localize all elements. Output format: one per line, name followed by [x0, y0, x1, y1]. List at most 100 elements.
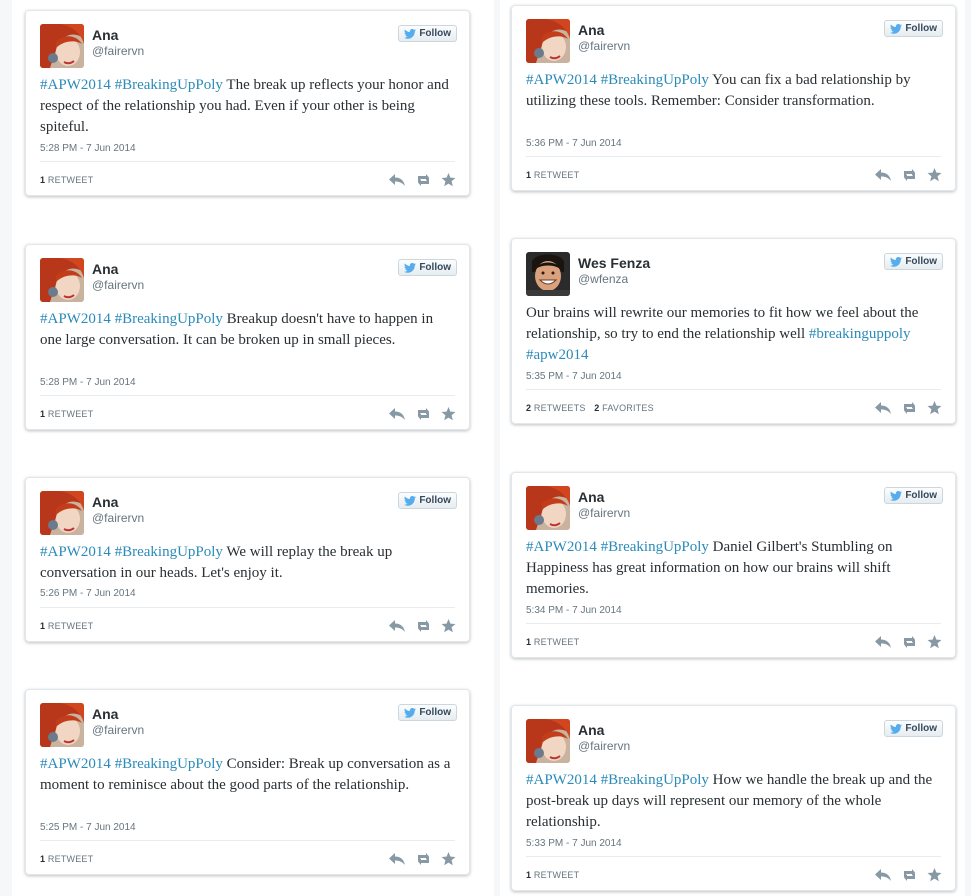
retweet-label[interactable]: RETWEET	[45, 175, 93, 185]
tweet-timestamp[interactable]: 5:35 PM - 7 Jun 2014	[526, 371, 622, 382]
reply-icon[interactable]	[389, 173, 405, 187]
favorite-star-icon[interactable]	[927, 168, 943, 182]
avatar[interactable]	[526, 486, 570, 530]
tweet-card[interactable]: Ana @fairervn Follow #APW2014 #BreakingUpPo…	[25, 10, 470, 196]
avatar[interactable]	[40, 491, 84, 535]
hashtag-link[interactable]: #APW2014	[526, 539, 597, 555]
divider	[526, 623, 941, 624]
reply-icon[interactable]	[875, 868, 891, 882]
favorite-star-icon[interactable]	[441, 852, 457, 866]
retweet-icon[interactable]	[901, 635, 917, 649]
retweet-label[interactable]: RETWEET	[531, 170, 579, 180]
reply-icon[interactable]	[389, 407, 405, 421]
reply-icon[interactable]	[389, 619, 405, 633]
author-name[interactable]: Ana	[578, 489, 604, 505]
retweet-icon[interactable]	[415, 852, 431, 866]
avatar[interactable]	[40, 703, 84, 747]
follow-button[interactable]: Follow	[398, 492, 457, 509]
tweet-timestamp[interactable]: 5:33 PM - 7 Jun 2014	[526, 838, 622, 849]
hashtag-link[interactable]: #APW2014	[40, 77, 111, 93]
hashtag-link[interactable]: #BreakingUpPoly	[115, 77, 223, 93]
favorite-star-icon[interactable]	[927, 401, 943, 415]
hashtag-link[interactable]: #APW2014	[40, 756, 111, 772]
retweet-icon[interactable]	[901, 868, 917, 882]
retweet-label[interactable]: RETWEET	[531, 870, 579, 880]
retweet-icon[interactable]	[901, 168, 917, 182]
author-name[interactable]: Ana	[578, 722, 604, 738]
tweet-card[interactable]: Ana @fairervn Follow #APW2014 #BreakingUpPo…	[25, 244, 470, 430]
retweet-label[interactable]: RETWEET	[45, 854, 93, 864]
hashtag-link[interactable]: #BreakingUpPoly	[115, 311, 223, 327]
author-name[interactable]: Ana	[92, 261, 118, 277]
retweet-icon[interactable]	[901, 401, 917, 415]
favorite-star-icon[interactable]	[441, 173, 457, 187]
hashtag-link[interactable]: #BreakingUpPoly	[601, 539, 709, 555]
follow-button[interactable]: Follow	[884, 20, 943, 37]
tweet-card[interactable]: Ana @fairervn Follow #APW2014 #BreakingUpPo…	[511, 705, 956, 891]
follow-button[interactable]: Follow	[398, 259, 457, 276]
follow-label: Follow	[419, 495, 451, 506]
author-handle[interactable]: @fairervn	[92, 278, 144, 292]
author-handle[interactable]: @fairervn	[92, 511, 144, 525]
follow-button[interactable]: Follow	[884, 253, 943, 270]
avatar[interactable]	[40, 258, 84, 302]
tweet-card[interactable]: Ana @fairervn Follow #APW2014 #BreakingUpPo…	[511, 472, 956, 658]
tweet-card[interactable]: Ana @fairervn Follow #APW2014 #BreakingUpPo…	[25, 689, 470, 875]
hashtag-link[interactable]: #BreakingUpPoly	[601, 772, 709, 788]
reply-icon[interactable]	[875, 635, 891, 649]
hashtag-link[interactable]: #APW2014	[40, 544, 111, 560]
retweet-icon[interactable]	[415, 619, 431, 633]
tweet-timestamp[interactable]: 5:28 PM - 7 Jun 2014	[40, 143, 136, 154]
follow-button[interactable]: Follow	[398, 25, 457, 42]
hashtag-link[interactable]: #BreakingUpPoly	[601, 72, 709, 88]
hashtag-link[interactable]: #APW2014	[526, 772, 597, 788]
author-handle[interactable]: @fairervn	[578, 739, 630, 753]
favorite-label[interactable]: FAVORITES	[599, 403, 653, 413]
tweet-timestamp[interactable]: 5:26 PM - 7 Jun 2014	[40, 588, 136, 599]
author-name[interactable]: Ana	[92, 706, 118, 722]
favorite-star-icon[interactable]	[927, 868, 943, 882]
retweet-label[interactable]: RETWEETS	[531, 403, 585, 413]
tweet-timestamp[interactable]: 5:36 PM - 7 Jun 2014	[526, 138, 622, 149]
tweet-timestamp[interactable]: 5:28 PM - 7 Jun 2014	[40, 377, 136, 388]
follow-label: Follow	[905, 723, 937, 734]
author-name[interactable]: Ana	[92, 494, 118, 510]
author-handle[interactable]: @wfenza	[578, 272, 628, 286]
tweet-card[interactable]: Ana @fairervn Follow #APW2014 #BreakingUpPo…	[25, 477, 470, 642]
author-name[interactable]: Ana	[578, 22, 604, 38]
reply-icon[interactable]	[875, 401, 891, 415]
retweet-icon[interactable]	[415, 407, 431, 421]
follow-button[interactable]: Follow	[884, 720, 943, 737]
follow-button[interactable]: Follow	[398, 704, 457, 721]
avatar[interactable]	[526, 252, 570, 296]
author-handle[interactable]: @fairervn	[92, 44, 144, 58]
tweet-timestamp[interactable]: 5:34 PM - 7 Jun 2014	[526, 605, 622, 616]
tweet-card[interactable]: Wes Fenza @wfenza Follow Our brains will re…	[511, 238, 956, 424]
author-name[interactable]: Wes Fenza	[578, 255, 650, 271]
favorite-star-icon[interactable]	[441, 407, 457, 421]
author-handle[interactable]: @fairervn	[92, 723, 144, 737]
avatar[interactable]	[40, 24, 84, 68]
tweet-card[interactable]: Ana @fairervn Follow #APW2014 #BreakingUpPo…	[511, 5, 956, 191]
author-name[interactable]: Ana	[92, 27, 118, 43]
reply-icon[interactable]	[389, 852, 405, 866]
hashtag-link[interactable]: #breakinguppoly	[809, 326, 911, 342]
retweet-icon[interactable]	[415, 173, 431, 187]
author-handle[interactable]: @fairervn	[578, 506, 630, 520]
follow-button[interactable]: Follow	[884, 487, 943, 504]
retweet-label[interactable]: RETWEET	[45, 409, 93, 419]
hashtag-link[interactable]: #APW2014	[526, 72, 597, 88]
tweet-timestamp[interactable]: 5:25 PM - 7 Jun 2014	[40, 822, 136, 833]
reply-icon[interactable]	[875, 168, 891, 182]
hashtag-link[interactable]: #APW2014	[40, 311, 111, 327]
favorite-star-icon[interactable]	[441, 619, 457, 633]
retweet-label[interactable]: RETWEET	[45, 621, 93, 631]
hashtag-link[interactable]: #BreakingUpPoly	[115, 756, 223, 772]
avatar[interactable]	[526, 719, 570, 763]
avatar[interactable]	[526, 19, 570, 63]
author-handle[interactable]: @fairervn	[578, 39, 630, 53]
hashtag-link[interactable]: #apw2014	[526, 347, 589, 363]
hashtag-link[interactable]: #BreakingUpPoly	[115, 544, 223, 560]
favorite-star-icon[interactable]	[927, 635, 943, 649]
retweet-label[interactable]: RETWEET	[531, 637, 579, 647]
